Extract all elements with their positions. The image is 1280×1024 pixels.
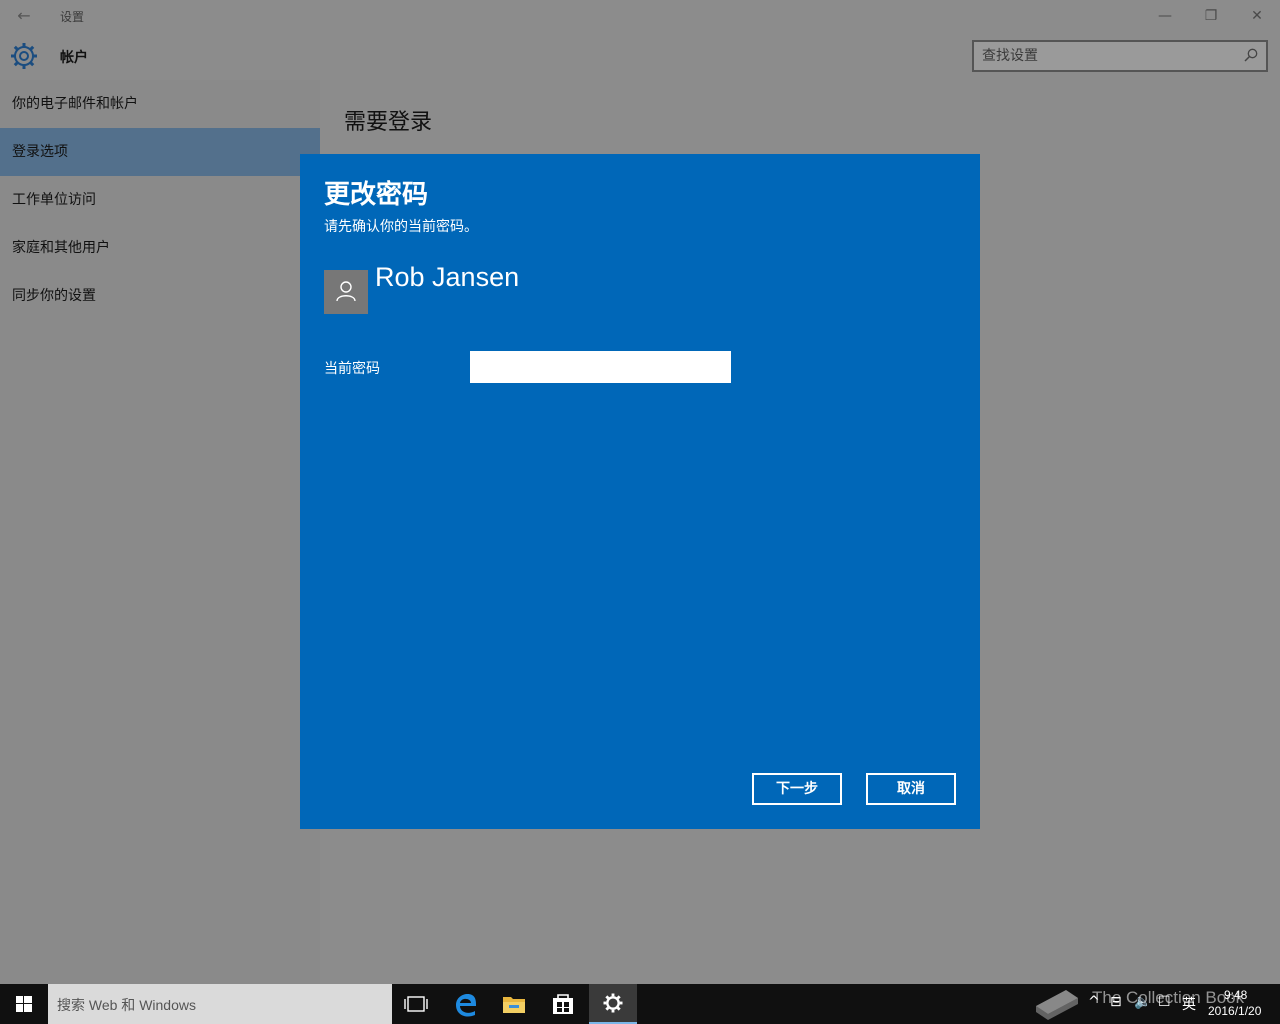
- content-heading: 需要登录: [344, 110, 433, 135]
- page-title: 帐户: [60, 50, 88, 66]
- sidebar-item-work-access[interactable]: 工作单位访问: [0, 176, 320, 224]
- search-input[interactable]: [982, 46, 1232, 66]
- minimize-button[interactable]: —: [1142, 4, 1188, 28]
- sidebar: 你的电子邮件和帐户 登录选项 工作单位访问 家庭和其他用户 同步你的设置: [0, 80, 320, 984]
- current-password-label: 当前密码: [324, 361, 380, 377]
- watermark: The Collection Book: [1030, 976, 1260, 1024]
- window-title: 设置: [60, 10, 85, 24]
- book-logo-icon: [1036, 990, 1078, 1020]
- sidebar-item-family-users[interactable]: 家庭和其他用户: [0, 224, 320, 272]
- taskbar-search-box[interactable]: 搜索 Web 和 Windows: [48, 984, 392, 1024]
- dialog-subtitle: 请先确认你的当前密码。: [324, 219, 478, 235]
- search-icon[interactable]: [1244, 48, 1258, 62]
- restore-button[interactable]: ❐: [1188, 4, 1234, 28]
- sidebar-item-sync-settings[interactable]: 同步你的设置: [0, 272, 320, 320]
- settings-search-box[interactable]: [972, 40, 1268, 72]
- task-view-icon[interactable]: [392, 984, 440, 1024]
- settings-app-icon[interactable]: [589, 984, 637, 1024]
- watermark-text: The Collection Book: [1092, 988, 1245, 1007]
- sidebar-item-sign-in-options[interactable]: 登录选项: [0, 128, 320, 176]
- title-bar: ← 设置 — ❐ ✕: [0, 0, 1280, 32]
- windows-start-icon[interactable]: [0, 984, 48, 1024]
- current-password-field[interactable]: [470, 351, 731, 383]
- change-password-dialog: 更改密码 请先确认你的当前密码。 Rob Jansen 当前密码 下一步 取消: [300, 154, 980, 829]
- back-arrow-icon[interactable]: ←: [14, 6, 34, 26]
- user-name: Rob Jansen: [375, 262, 520, 292]
- file-explorer-icon[interactable]: [490, 984, 538, 1024]
- settings-header: 帐户: [0, 32, 1280, 80]
- user-icon: [336, 281, 356, 302]
- avatar: [324, 270, 368, 314]
- sidebar-item-email-accounts[interactable]: 你的电子邮件和帐户: [0, 80, 320, 128]
- cancel-button[interactable]: 取消: [866, 773, 956, 805]
- taskbar-search-placeholder: 搜索 Web 和 Windows: [57, 997, 196, 1013]
- edge-browser-icon[interactable]: [442, 984, 490, 1024]
- store-icon[interactable]: [539, 984, 587, 1024]
- close-button[interactable]: ✕: [1234, 4, 1280, 28]
- next-button[interactable]: 下一步: [752, 773, 842, 805]
- gear-icon: [11, 43, 37, 69]
- dialog-title: 更改密码: [324, 180, 429, 210]
